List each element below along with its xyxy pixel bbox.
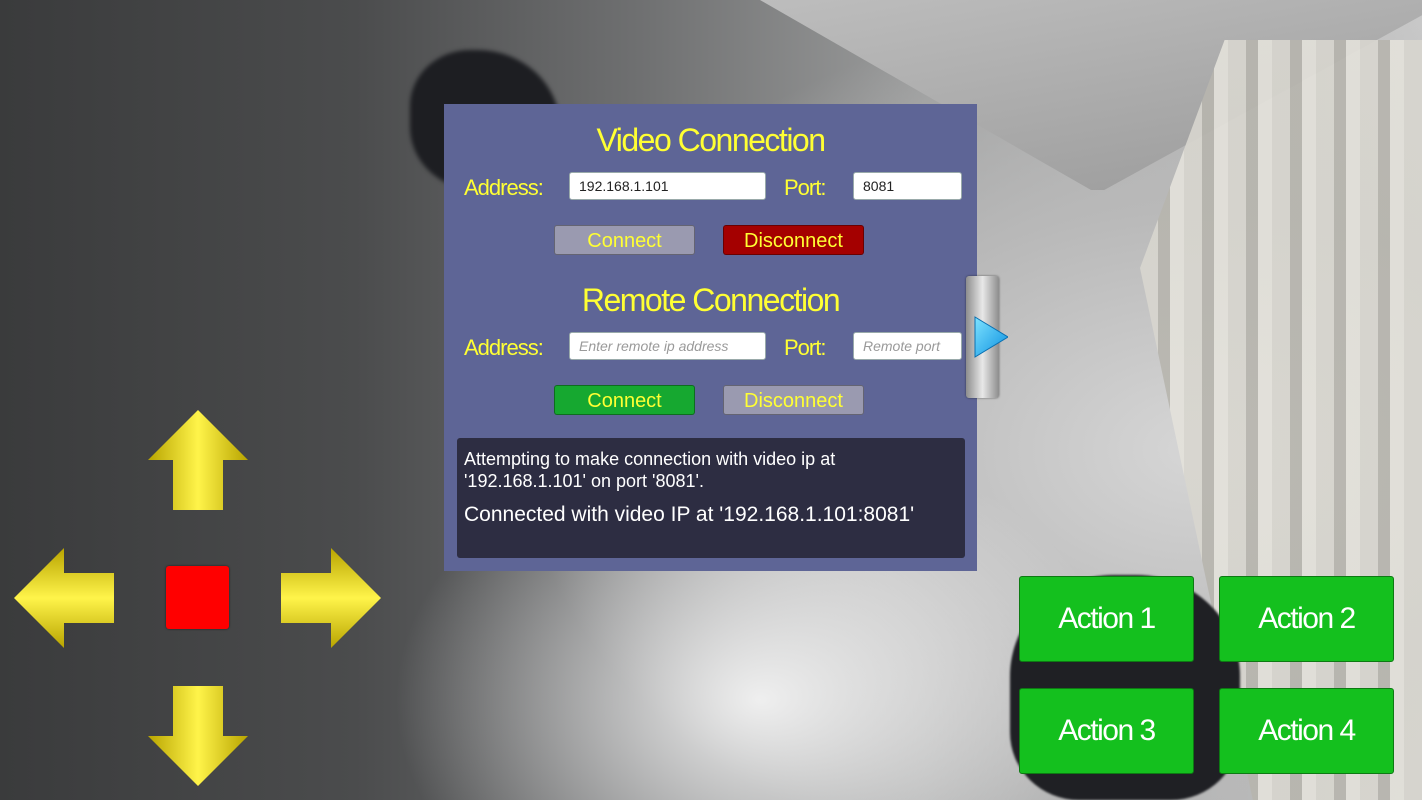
panel-toggle-button[interactable] — [966, 276, 1008, 398]
connection-panel: Video Connection Address: Port: Connect … — [444, 104, 977, 571]
arrow-down-icon[interactable] — [148, 686, 248, 786]
action-1-button[interactable]: Action 1 — [1019, 576, 1194, 662]
stop-square-icon[interactable] — [166, 566, 229, 629]
video-connect-button[interactable]: Connect — [554, 225, 695, 255]
arrow-up-icon[interactable] — [148, 410, 248, 510]
connection-log: Attempting to make connection with video… — [457, 438, 965, 558]
video-port-label: Port: — [784, 175, 826, 200]
arrow-right-icon[interactable] — [281, 548, 381, 648]
log-line-attempt: Attempting to make connection with video… — [464, 449, 836, 491]
action-2-button[interactable]: Action 2 — [1219, 576, 1394, 662]
remote-port-label: Port: — [784, 335, 826, 360]
action-4-button[interactable]: Action 4 — [1219, 688, 1394, 774]
remote-connect-button[interactable]: Connect — [554, 385, 695, 415]
video-port-input[interactable] — [853, 172, 962, 200]
arrow-left-icon[interactable] — [14, 548, 114, 648]
video-address-input[interactable] — [569, 172, 766, 200]
action-3-button[interactable]: Action 3 — [1019, 688, 1194, 774]
video-connection-title: Video Connection — [596, 122, 826, 158]
log-line-connected: Connected with video IP at '192.168.1.10… — [464, 503, 915, 526]
video-address-label: Address: — [464, 175, 544, 200]
play-right-icon — [974, 316, 1008, 358]
remote-connection-title: Remote Connection — [581, 282, 841, 318]
remote-address-label: Address: — [464, 335, 544, 360]
remote-port-input[interactable] — [853, 332, 962, 360]
remote-address-input[interactable] — [569, 332, 766, 360]
remote-disconnect-button[interactable]: Disconnect — [723, 385, 864, 415]
video-disconnect-button[interactable]: Disconnect — [723, 225, 864, 255]
